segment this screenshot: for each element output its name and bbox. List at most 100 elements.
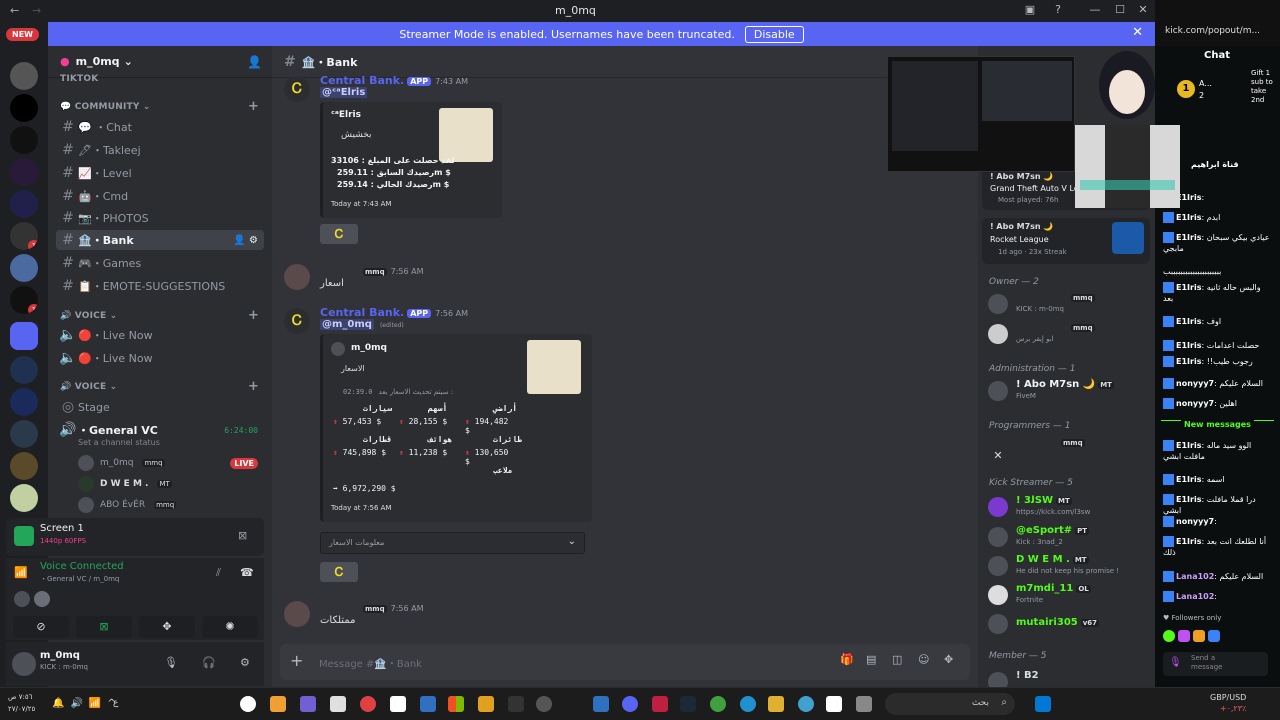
clock[interactable]: ٧:٥٦ ص ٢٧/٠٧/٢٥ <box>8 691 35 715</box>
kick-username[interactable]: nonyyy7 <box>1176 399 1214 408</box>
kick-username[interactable]: E1Iris <box>1176 537 1201 546</box>
microphone-icon[interactable]: 🎙 <box>1169 657 1182 668</box>
kick-username[interactable]: E1Iris <box>1176 357 1201 366</box>
tray-icons[interactable]: 🔔🔊📶^ <box>52 698 122 709</box>
noise-suppression-icon[interactable]: ⫽ <box>216 566 221 580</box>
member-item[interactable]: mmq ابو إيفر برس <box>988 322 1148 346</box>
discord-icon[interactable] <box>622 696 638 712</box>
category-voice[interactable]: 🔊 VOICE ⌄ + <box>60 308 259 323</box>
app-icon[interactable] <box>593 696 609 712</box>
invite-icon[interactable]: 👤 <box>247 55 262 69</box>
bot-avatar[interactable]: Ꮯ <box>284 76 310 102</box>
chrome-icon[interactable] <box>710 696 726 712</box>
activities-button[interactable]: ✥ <box>139 616 195 638</box>
kick-send-input[interactable]: 🎙 Send a message <box>1163 652 1268 676</box>
server-icon[interactable]: 1 <box>10 222 38 250</box>
member-item[interactable]: @eSport# PT Kick : 3nad_2 <box>988 525 1148 549</box>
kick-username[interactable]: E1Iris <box>1176 475 1201 484</box>
kick-username[interactable]: Lana102 <box>1176 592 1214 601</box>
avatar[interactable] <box>14 591 30 607</box>
avatar[interactable] <box>12 652 36 676</box>
server-icon[interactable] <box>10 452 38 480</box>
category-community[interactable]: 💬 COMMUNITY ⌄ + <box>60 99 259 114</box>
channel-level[interactable]: # 📈・Level <box>56 163 264 183</box>
channel-status-hint[interactable]: Set a channel status <box>78 438 160 447</box>
voice-location[interactable]: ・General VC / m_0mq <box>40 574 119 584</box>
message-author[interactable]: mmq 7:56 AM <box>360 264 424 277</box>
server-icon[interactable]: 1 <box>10 286 38 314</box>
language-indicator[interactable]: ع <box>113 698 118 708</box>
close-button[interactable]: ✕ <box>1133 3 1153 19</box>
inbox-icon[interactable]: ▣ <box>1020 3 1040 19</box>
channel-bank[interactable]: # 🏦・Bank 👤 ⚙ <box>56 230 264 250</box>
currency-widget[interactable]: GBP/USD +٠,٢٣٪ <box>1210 692 1246 714</box>
member-item[interactable]: ✕ mmq <box>988 437 1148 462</box>
app-icon[interactable] <box>300 696 316 712</box>
top-gifter[interactable]: A... <box>1199 79 1212 88</box>
voice-channel-live-now[interactable]: 🔈 🔴・Live Now <box>56 325 264 345</box>
minimize-button[interactable]: — <box>1085 3 1105 19</box>
server-icon[interactable] <box>10 484 38 512</box>
sticker-icon[interactable]: ◫ <box>892 653 902 666</box>
microsoft-store-icon[interactable] <box>448 696 464 712</box>
emote-row[interactable] <box>1163 630 1273 644</box>
voice-status[interactable]: Voice Connected <box>40 561 124 572</box>
voice-user[interactable]: m_0mq mmq LIVE <box>78 454 264 472</box>
message-input[interactable]: + Message #🏦・Bank 🎁 ▤ ◫ ☺ ✥ <box>280 644 970 680</box>
bot-action-button[interactable]: Ꮯ <box>320 224 358 244</box>
app-icon[interactable] <box>798 696 814 712</box>
user-status[interactable]: KICK : m-0mq <box>40 663 88 671</box>
voice-channel-general[interactable]: 🔊 ・General VC 6:24:00 <box>56 420 264 440</box>
app-icon[interactable] <box>826 696 842 712</box>
forward-icon[interactable]: → <box>32 4 41 17</box>
voice-channel-live-now[interactable]: 🔈 🔴・Live Now <box>56 348 264 368</box>
stream-preview[interactable] <box>887 56 1075 172</box>
maximize-button[interactable]: ☐ <box>1110 3 1130 19</box>
channel-games[interactable]: # 🎮・Games <box>56 253 264 273</box>
camera-off-button[interactable]: ⊘ <box>13 616 69 638</box>
kick-username[interactable]: E1Iris <box>1176 317 1201 326</box>
app-icon[interactable] <box>478 696 494 712</box>
message-author[interactable]: Central Bank. APP 7:56 AM <box>320 306 468 319</box>
kick-username[interactable]: E1Iris <box>1176 213 1201 222</box>
member-item[interactable]: mutairi305 v67 <box>988 612 1148 636</box>
embed-thumbnail[interactable] <box>527 340 581 394</box>
server-icon[interactable] <box>10 158 38 186</box>
bot-action-button[interactable]: Ꮯ <box>320 562 358 582</box>
member-item[interactable]: mmq KICK : m-0mq <box>988 292 1148 316</box>
user-avatar[interactable] <box>284 601 310 627</box>
channel-cmd[interactable]: # 🤖・Cmd <box>56 186 264 206</box>
message-author[interactable]: mmq 7:56 AM <box>360 601 424 614</box>
server-icon[interactable] <box>10 388 38 416</box>
kick-username[interactable]: nonyyy7 <box>1176 379 1214 388</box>
headphones-icon[interactable]: 🎧 <box>202 656 216 669</box>
voice-user[interactable]: ABO ÉvÉR mmq <box>78 496 264 514</box>
server-icon[interactable] <box>10 356 38 384</box>
activity-card[interactable]: ! Abo M7sn 🌙 Rocket League 1d ago · 23x … <box>982 218 1150 264</box>
user-name[interactable]: m_0mq <box>40 650 80 661</box>
app-icon[interactable] <box>420 696 436 712</box>
stop-stream-icon[interactable]: ⊠ <box>238 529 247 542</box>
kick-username[interactable]: E1Iris <box>1176 495 1201 504</box>
stage-channel[interactable]: ◎ Stage <box>56 397 264 417</box>
steam-icon[interactable] <box>680 696 696 712</box>
app-icon[interactable] <box>330 696 346 712</box>
chrome-icon[interactable] <box>360 696 376 712</box>
server-icon[interactable] <box>10 126 38 154</box>
back-icon[interactable]: ← <box>10 4 19 17</box>
media-icon[interactable] <box>240 696 256 712</box>
kick-username[interactable]: E1Iris <box>1176 233 1201 242</box>
kick-username[interactable]: E1Iris <box>1176 341 1201 350</box>
disconnect-icon[interactable]: ☎ <box>240 566 254 579</box>
app-icon[interactable] <box>390 696 406 712</box>
add-channel-icon[interactable]: + <box>248 308 259 323</box>
search-box[interactable]: بحث ⌕ <box>885 693 1015 715</box>
settings-gear-icon[interactable]: 👤 ⚙ <box>233 235 258 246</box>
channel-takleej[interactable]: # 🖊・Takleej <box>56 140 264 160</box>
file-explorer-icon[interactable] <box>768 696 784 712</box>
kick-username[interactable]: E1Iris <box>1176 283 1201 292</box>
settings-gear-icon[interactable]: ⚙ <box>240 656 250 669</box>
server-icon[interactable] <box>10 254 38 282</box>
app-icon[interactable] <box>856 696 872 712</box>
mention[interactable]: @ᶜᵃElris <box>320 87 368 98</box>
